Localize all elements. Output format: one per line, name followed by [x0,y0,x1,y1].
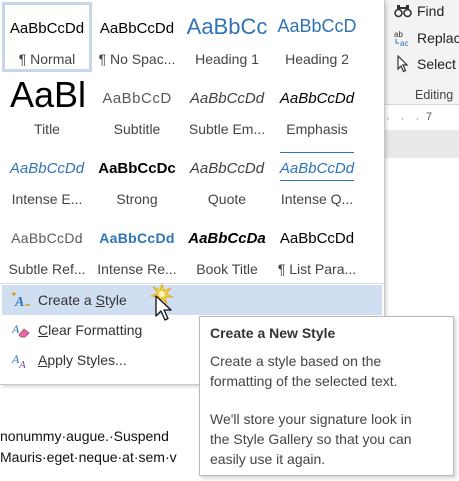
style-heading-1[interactable]: AaBbCc Heading 1 [182,2,272,72]
eraser-icon: A [8,319,34,341]
replace-icon: ab ac [393,29,413,47]
style-name: Intense Re... [97,261,177,277]
style-sample: AaBbCcDd [279,160,355,177]
tooltip-line: Create a style based on the [210,353,382,369]
tooltip-line: easily use it again. [210,451,326,467]
style-name: Quote [207,191,247,207]
style-name: Subtitle [113,121,161,137]
svg-text:A: A [11,322,20,336]
pointer-icon [393,55,413,73]
find-label: Find [417,3,445,19]
style-sample: AaBbCc [186,14,268,39]
select-label: Select [417,56,456,72]
create-style-menu-item[interactable]: A Create a Style [2,285,382,315]
gallery-divider [0,283,384,284]
tooltip-line: We'll store your signature look in [210,411,412,427]
document-line-2: Mauris·eget·neque·at·sem·v [0,449,177,465]
style-name: Strong [116,191,158,207]
style-subtle-emphasis[interactable]: AaBbCcDd Subtle Em... [182,72,272,142]
style-name: Emphasis [286,121,348,137]
style-sample: AaBl [10,74,87,115]
tooltip-gap [210,391,443,409]
svg-text:ac: ac [400,39,408,47]
style-sample: AaBbCcDd [99,230,175,246]
style-name: Subtle Ref... [8,261,86,277]
style-quote[interactable]: AaBbCcDd Quote [182,142,272,212]
style-name: ¶ Normal [18,51,76,67]
style-sample: AaBbCcDa [188,230,266,247]
clear-formatting-label: Clear Formatting [38,322,142,338]
style-sample: AaBbCcDd [279,230,355,247]
style-name: Intense E... [11,191,83,207]
document-line-1: nonummy·augue.·Suspend [0,428,169,444]
style-sample: AaBbCcD [277,16,357,36]
label-accelerator: A [38,352,48,368]
style-strong[interactable]: AaBbCcDc Strong [92,142,182,212]
create-style-icon: A [8,289,34,311]
style-name: Book Title [196,261,258,277]
style-name: Heading 2 [285,51,349,67]
style-sample: AaBbCcDc [98,160,176,177]
style-sample: AaBbCcDd [189,90,265,107]
create-style-label: Create a Style [38,292,127,308]
label-part: lear Formatting [48,322,143,338]
tooltip-body: Create a style based on the formatting o… [210,351,443,469]
replace-label: Replac [417,30,459,46]
style-intense-quote[interactable]: AaBbCcDd Intense Q... [272,142,362,212]
style-no-spacing[interactable]: AaBbCcDd ¶ No Spac... [92,2,182,72]
tooltip-line: formatting of the selected text. [210,373,398,389]
tooltip-title: Create a New Style [210,325,336,341]
style-sample: AaBbCcDd [99,20,175,37]
style-name: Subtle Em... [188,121,266,137]
label-part: pply Styles... [47,352,127,368]
style-intense-emphasis[interactable]: AaBbCcDd Intense E... [2,142,92,212]
replace-button[interactable]: ab ac Replac [393,27,459,49]
create-style-tooltip: Create a New Style Create a style based … [199,316,454,476]
editing-group-label: Editing [415,88,454,102]
style-subtle-reference[interactable]: AaBbCcDd Subtle Ref... [2,212,92,282]
apply-styles-label: Apply Styles... [38,352,127,368]
style-name: ¶ No Spac... [98,51,176,67]
quote-rule-top [280,152,354,153]
svg-text:A: A [18,359,26,369]
style-intense-reference[interactable]: AaBbCcDd Intense Re... [92,212,182,282]
ruler-shade [384,130,459,158]
find-button[interactable]: Find [393,0,444,22]
label-accelerator: S [95,292,105,308]
label-part: Create a [38,292,96,308]
apply-styles-icon: AA [8,349,34,371]
style-book-title[interactable]: AaBbCcDa Book Title [182,212,272,282]
ruler-number: 7 [426,111,433,123]
style-subtitle[interactable]: AaBbCcD Subtitle [92,72,182,142]
document-text[interactable]: nonummy·augue.·Suspend Mauris·eget·neque… [0,426,177,468]
style-sample: AaBbCcDd [189,160,265,177]
style-sample: AaBbCcDd [11,230,83,246]
ruler-ticks: · · · [386,113,424,125]
style-sample: AaBbCcDd [279,90,355,107]
tooltip-line: the Style Gallery so that you can [210,431,412,447]
label-part: tyle [104,292,127,308]
select-button[interactable]: Select [393,53,456,75]
style-sample: AaBbCcDd [9,160,85,177]
quote-rule-bottom [280,180,354,181]
svg-text:ab: ab [394,30,403,39]
horizontal-ruler[interactable]: · · · 7 [384,104,459,131]
style-heading-2[interactable]: AaBbCcD Heading 2 [272,2,362,72]
style-sample: AaBbCcDd [9,20,85,37]
style-name: Title [34,121,60,137]
style-name: Heading 1 [195,51,259,67]
style-name: Intense Q... [280,191,354,207]
style-sample: AaBbCcD [102,90,172,107]
style-list-paragraph[interactable]: AaBbCcDd ¶ List Para... [272,212,362,282]
style-name: ¶ List Para... [277,261,357,277]
style-normal[interactable]: AaBbCcDd ¶ Normal [2,2,92,72]
binoculars-icon [393,2,413,20]
mouse-cursor [149,282,184,329]
style-emphasis[interactable]: AaBbCcDd Emphasis [272,72,362,142]
svg-text:A: A [14,295,24,309]
label-accelerator: C [38,322,49,338]
style-title[interactable]: AaBl Title [2,72,92,142]
